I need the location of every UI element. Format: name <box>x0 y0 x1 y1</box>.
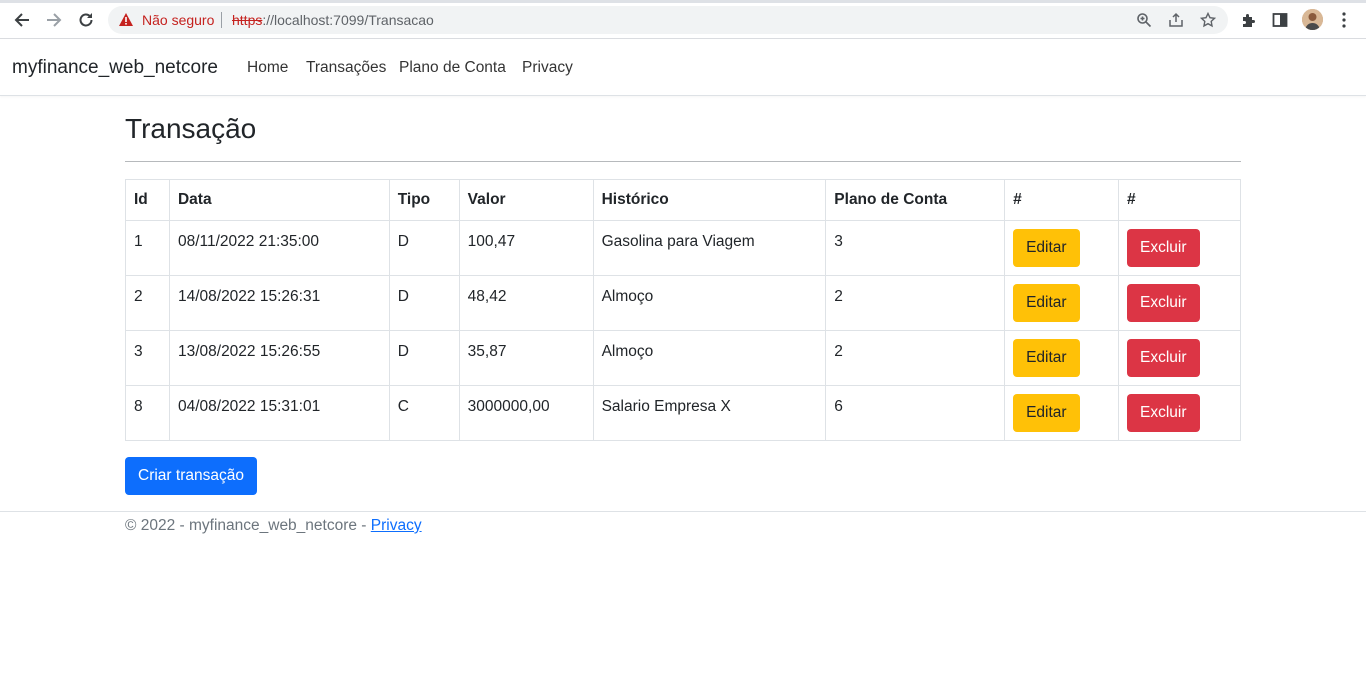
tab-strip-edge <box>0 0 1366 3</box>
address-bar[interactable]: Não seguro https://localhost:7099/Transa… <box>108 6 1228 34</box>
column-header-valor: Valor <box>458 179 594 221</box>
cell-edit: Editar <box>1004 330 1119 386</box>
cell-historico: Salario Empresa X <box>592 385 827 441</box>
cell-edit: Editar <box>1004 220 1119 276</box>
forward-icon[interactable] <box>42 8 66 32</box>
table-row: 3 13/08/2022 15:26:55 D 35,87 Almoço 2 E… <box>125 330 1241 386</box>
nav-link-home[interactable]: Home <box>247 59 288 77</box>
menu-dots-icon[interactable] <box>1334 10 1354 30</box>
edit-button[interactable]: Editar <box>1013 284 1080 322</box>
profile-avatar[interactable] <box>1302 9 1323 30</box>
cell-delete: Excluir <box>1118 385 1241 441</box>
column-header-delete: # <box>1118 179 1241 221</box>
column-header-historico: Histórico <box>592 179 827 221</box>
table-row: 2 14/08/2022 15:26:31 D 48,42 Almoço 2 E… <box>125 275 1241 331</box>
footer-copyright: © 2022 - myfinance_web_netcore - <box>125 517 371 534</box>
back-icon[interactable] <box>10 8 34 32</box>
edit-button[interactable]: Editar <box>1013 394 1080 432</box>
cell-plano: 2 <box>825 330 1006 386</box>
browser-toolbar: Não seguro https://localhost:7099/Transa… <box>0 0 1366 39</box>
cell-tipo: D <box>388 330 460 386</box>
extensions-icon[interactable] <box>1238 10 1258 30</box>
delete-button[interactable]: Excluir <box>1127 284 1200 322</box>
nav-link-transacoes[interactable]: Transações <box>306 59 386 77</box>
column-header-id: Id <box>125 179 170 221</box>
cell-tipo: C <box>388 385 460 441</box>
cell-id: 8 <box>125 385 170 441</box>
cell-valor: 35,87 <box>458 330 594 386</box>
footer-text: © 2022 - myfinance_web_netcore - Privacy <box>125 517 422 535</box>
cell-data: 04/08/2022 15:31:01 <box>168 385 390 441</box>
navbar-brand[interactable]: myfinance_web_netcore <box>12 57 218 79</box>
nav-link-privacy[interactable]: Privacy <box>522 59 573 77</box>
cell-tipo: D <box>388 275 460 331</box>
column-header-data: Data <box>168 179 390 221</box>
security-status[interactable]: Não seguro <box>142 12 214 28</box>
cell-historico: Almoço <box>592 330 827 386</box>
cell-data: 08/11/2022 21:35:00 <box>168 220 390 276</box>
cell-delete: Excluir <box>1118 220 1241 276</box>
column-header-tipo: Tipo <box>388 179 460 221</box>
cell-valor: 48,42 <box>458 275 594 331</box>
side-panel-icon[interactable] <box>1270 10 1290 30</box>
cell-plano: 6 <box>825 385 1006 441</box>
cell-data: 13/08/2022 15:26:55 <box>168 330 390 386</box>
warning-icon[interactable] <box>118 12 134 32</box>
create-transaction-button[interactable]: Criar transação <box>125 457 257 495</box>
table-row: 8 04/08/2022 15:31:01 C 3000000,00 Salar… <box>125 385 1241 441</box>
cell-edit: Editar <box>1004 385 1119 441</box>
cell-tipo: D <box>388 220 460 276</box>
cell-delete: Excluir <box>1118 330 1241 386</box>
footer-privacy-link[interactable]: Privacy <box>371 517 422 534</box>
cell-edit: Editar <box>1004 275 1119 331</box>
table-header-row: Id Data Tipo Valor Histórico Plano de Co… <box>125 179 1241 221</box>
url-path: ://localhost:7099/Transacao <box>262 12 434 28</box>
cell-historico: Almoço <box>592 275 827 331</box>
transactions-table: Id Data Tipo Valor Histórico Plano de Co… <box>125 179 1241 441</box>
title-divider <box>125 161 1241 162</box>
footer: © 2022 - myfinance_web_netcore - Privacy <box>0 511 1366 551</box>
edit-button[interactable]: Editar <box>1013 229 1080 267</box>
cell-valor: 3000000,00 <box>458 385 594 441</box>
cell-delete: Excluir <box>1118 275 1241 331</box>
table-row: 1 08/11/2022 21:35:00 D 100,47 Gasolina … <box>125 220 1241 276</box>
delete-button[interactable]: Excluir <box>1127 339 1200 377</box>
page-title: Transação <box>125 113 257 144</box>
delete-button[interactable]: Excluir <box>1127 394 1200 432</box>
cell-id: 2 <box>125 275 170 331</box>
cell-valor: 100,47 <box>458 220 594 276</box>
omnibox-divider <box>221 12 222 28</box>
column-header-edit: # <box>1004 179 1119 221</box>
cell-id: 3 <box>125 330 170 386</box>
share-icon[interactable] <box>1167 11 1185 29</box>
cell-plano: 3 <box>825 220 1006 276</box>
url-text[interactable]: https://localhost:7099/Transacao <box>232 12 434 28</box>
cell-historico: Gasolina para Viagem <box>592 220 827 276</box>
column-header-plano-de-conta: Plano de Conta <box>825 179 1006 221</box>
delete-button[interactable]: Excluir <box>1127 229 1200 267</box>
bookmark-star-icon[interactable] <box>1199 11 1217 29</box>
site-navbar: myfinance_web_netcore Home Transações Pl… <box>0 39 1366 96</box>
url-scheme: https <box>232 12 263 28</box>
cell-id: 1 <box>125 220 170 276</box>
cell-plano: 2 <box>825 275 1006 331</box>
reload-icon[interactable] <box>74 8 98 32</box>
edit-button[interactable]: Editar <box>1013 339 1080 377</box>
cell-data: 14/08/2022 15:26:31 <box>168 275 390 331</box>
zoom-icon[interactable] <box>1135 11 1153 29</box>
nav-link-plano-de-conta[interactable]: Plano de Conta <box>399 59 506 77</box>
